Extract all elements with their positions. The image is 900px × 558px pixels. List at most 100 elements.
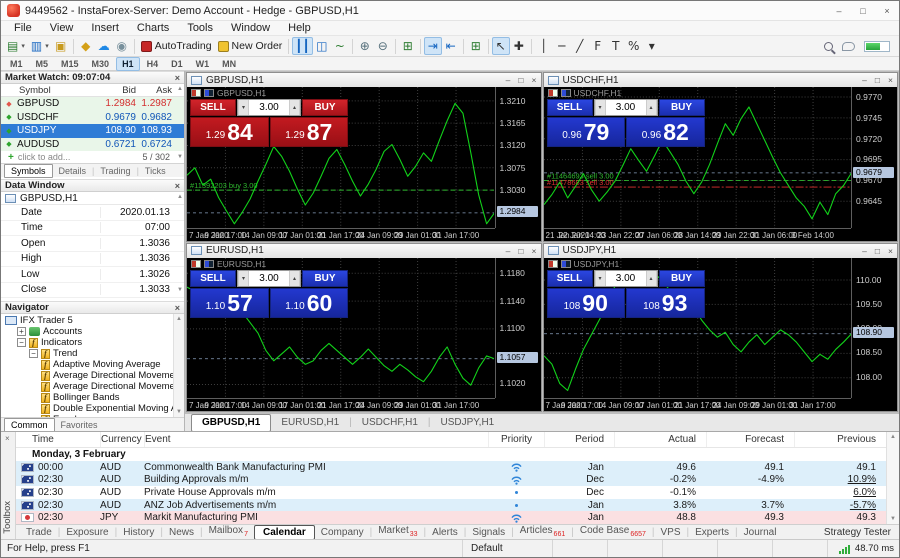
buy-price[interactable]: 0.96 82 [626,117,705,147]
navigator-close-icon[interactable]: × [175,303,180,313]
scroll-up-icon[interactable]: ▲ [176,316,182,322]
chart-body[interactable]: USDJPY,H1 SELL ▾ 3.00 ▴ BUY 108 90 108 93 110.00 10… [543,257,897,411]
column-bid[interactable]: Bid [84,85,136,96]
chart-close-icon[interactable]: × [888,75,893,85]
calendar-event-row[interactable]: 02:30 JPY Markit Manufacturing PMI Jan 48.8 4… [16,511,886,524]
data-window-close-icon[interactable]: × [175,181,180,191]
toolbox-tab-exposure[interactable]: Exposure [60,526,114,539]
volume-increase-icon[interactable]: ▴ [645,100,657,115]
autotrading-button[interactable]: AutoTrading [138,37,215,55]
buy-price[interactable]: 1.10 60 [269,287,348,318]
chart-maximize-icon[interactable]: □ [518,75,523,85]
buy-button[interactable]: BUY [658,99,705,116]
tab-symbols[interactable]: Symbols [4,163,53,178]
chart-minimize-icon[interactable]: – [506,246,511,256]
menu-file[interactable]: File [5,21,41,36]
chart-window-titlebar[interactable]: USDCHF,H1 – □ × [543,73,897,87]
chart-close-icon[interactable]: × [888,246,893,256]
sell-price[interactable]: 0.96 79 [546,117,625,147]
tab-trading[interactable]: Trading [94,165,136,177]
toolbox-close-icon[interactable]: × [5,434,10,443]
chart-window-titlebar[interactable]: USDJPY,H1 – □ × [543,243,897,258]
timeframe-MN[interactable]: MN [216,57,242,71]
fibonacci-button[interactable]: F [589,37,607,55]
timeframe-H1[interactable]: H1 [116,56,140,71]
column-period[interactable]: Period [544,432,614,447]
navigator-item-average-directional-movement[interactable]: f Average Directional Movement [1,370,184,381]
chart-body[interactable]: USDCHF,H1 SELL ▾ 3.00 ▴ BUY 0.96 79 0.96 82 #11464… [543,87,897,241]
toolbox-tab-news[interactable]: News [163,526,200,539]
status-profile[interactable]: Default [462,540,552,557]
sell-button[interactable]: SELL [190,99,236,116]
volume-decrease-icon[interactable]: ▾ [238,270,249,286]
crosshair-button[interactable]: ✚ [510,37,528,55]
timeframe-M1[interactable]: M1 [4,57,29,71]
tab-details[interactable]: Details [53,165,93,177]
toolbox-tab-company[interactable]: Company [315,526,370,539]
column-time[interactable]: Time [16,432,100,447]
text-label-button[interactable]: T [607,37,625,55]
tab-common[interactable]: Common [4,417,55,431]
chart-minimize-icon[interactable]: – [862,75,867,85]
scroll-down-icon[interactable]: ▼ [890,516,896,522]
market-watch-row-GBPUSD[interactable]: ◆ GBPUSD 1.2984 1.2987 [1,97,184,111]
price-scale[interactable]: 1.3210 1.3165 1.3120 1.3075 1.3030 1.2984 [494,87,541,228]
deposit-button[interactable]: ◆ [77,37,95,55]
volume-stepper[interactable]: ▾ 3.00 ▴ [593,269,658,287]
column-forecast[interactable]: Forecast [706,432,794,447]
menu-view[interactable]: View [41,21,83,36]
chat-icon[interactable] [842,41,855,51]
volume-increase-icon[interactable]: ▴ [289,270,300,286]
toolbox-tab-journal[interactable]: Journal [738,526,783,539]
chart-tab-GBPUSD[interactable]: GBPUSD,H1 [191,413,272,432]
arrow-objects-button[interactable]: % [625,37,643,55]
timeframe-D1[interactable]: D1 [165,57,189,71]
sell-price[interactable]: 1.10 57 [190,287,269,318]
chart-window-titlebar[interactable]: GBPUSD,H1 – □ × [187,73,541,87]
navigator-item-adaptive-moving-average[interactable]: f Adaptive Moving Average [1,359,184,370]
market-watch-row-USDJPY[interactable]: ◆ USDJPY 108.90 108.93 [1,124,184,138]
column-previous[interactable]: Previous [794,432,886,447]
toolbox-tab-trade[interactable]: Trade [20,526,58,539]
timeframe-W1[interactable]: W1 [190,57,216,71]
navigator-scrollbar[interactable]: ▲ ▼ [173,314,184,417]
navigator-item-average-directional-movement[interactable]: f Average Directional Movement [1,381,184,392]
signals-button[interactable]: ◉ [113,37,131,55]
chart-minimize-icon[interactable]: – [862,246,867,256]
window-maximize-icon[interactable]: □ [857,6,869,16]
scroll-down-icon[interactable]: ▼ [176,409,182,415]
navigator-item-ifx-trader-5[interactable]: IFX Trader 5 [1,315,184,326]
candle-chart-button[interactable]: ◫ [313,37,331,55]
volume-stepper[interactable]: ▾ 3.00 ▴ [237,99,301,116]
calendar-event-row[interactable]: 02:30 AUD Building Approvals m/m Dec -0.2% -4… [16,473,886,487]
time-axis[interactable]: 7 Jan 2020 9 Jan 17:00 14 Jan 09:00 17 Jan … [187,398,495,411]
menu-tools[interactable]: Tools [178,21,222,36]
auto-scroll-button[interactable]: ⇥ [423,37,442,55]
toolbox-tab-vps[interactable]: VPS [655,526,687,539]
time-axis[interactable]: 21 Jan 2020 22 Jan 14:00 23 Jan 22:00 27 Ja… [543,227,851,241]
navigator-item-double-exponential-moving-av[interactable]: f Double Exponential Moving Av [1,403,184,414]
toolbox-tab-alerts[interactable]: Alerts [426,526,464,539]
scroll-down-icon[interactable]: ▼ [177,287,183,293]
toolbox-vertical-label[interactable]: Toolbox [2,501,13,534]
chart-minimize-icon[interactable]: – [506,75,511,85]
scroll-up-icon[interactable]: ▲ [890,434,896,440]
toolbox-tab-experts[interactable]: Experts [689,526,735,539]
search-icon[interactable] [824,41,833,51]
chart-tab-USDCHF[interactable]: USDCHF,H1 [352,415,428,431]
buy-button[interactable]: BUY [302,269,348,287]
column-symbol[interactable]: Symbol [1,85,84,96]
market-watch-row-USDCHF[interactable]: ◆ USDCHF 0.9679 0.9682 [1,110,184,124]
chart-body[interactable]: GBPUSD,H1 SELL ▾ 3.00 ▴ BUY 1.29 84 1.29 87 #11392… [187,87,541,241]
buy-button[interactable]: BUY [658,269,705,287]
menu-window[interactable]: Window [222,21,279,36]
scroll-up-icon[interactable]: ▲ [177,86,183,92]
volume-decrease-icon[interactable]: ▾ [594,100,606,115]
window-minimize-icon[interactable]: – [833,6,845,16]
tab-ticks[interactable]: Ticks [139,165,172,177]
chart-tab-USDJPY[interactable]: USDJPY,H1 [431,415,505,431]
scroll-down-icon[interactable]: ▼ [177,154,183,160]
toolbox-tab-history[interactable]: History [117,526,160,539]
strategy-tester-label[interactable]: Strategy Tester [824,527,899,538]
sell-button[interactable]: SELL [546,99,593,116]
